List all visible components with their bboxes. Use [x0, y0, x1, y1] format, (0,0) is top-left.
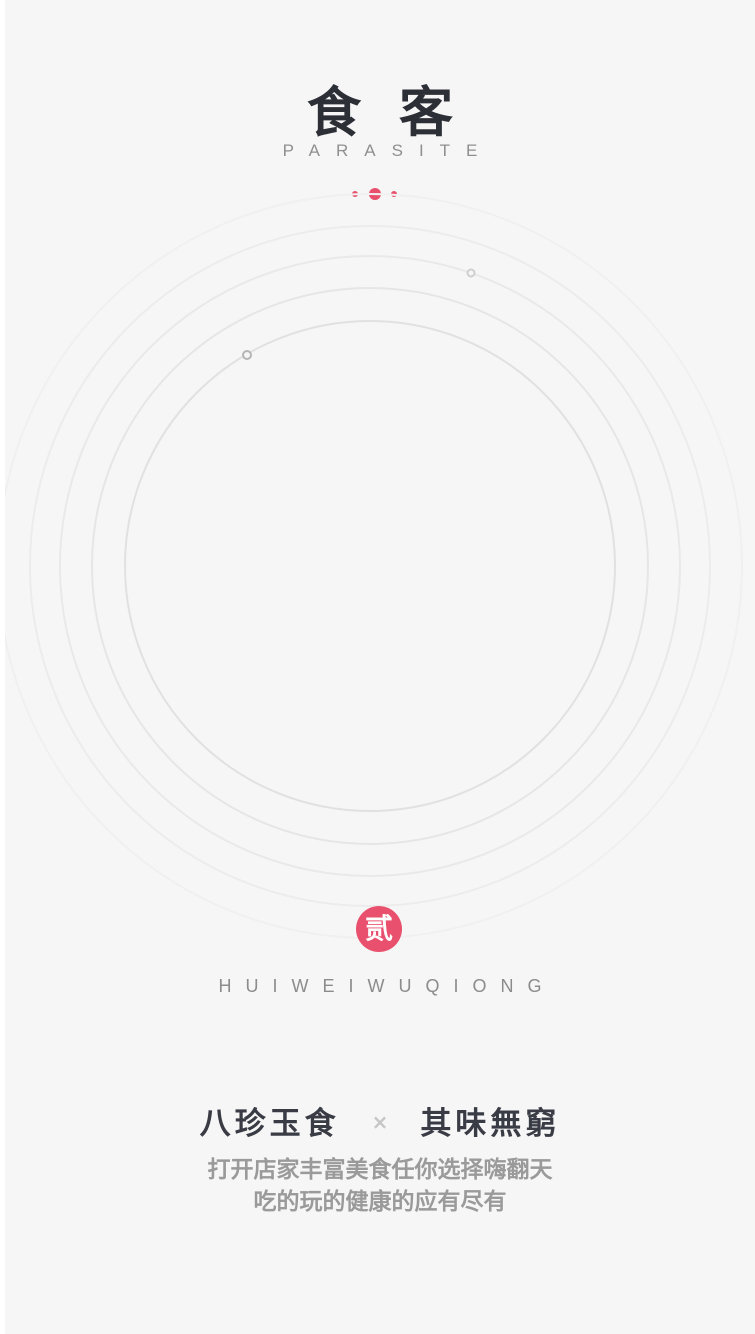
pinyin-caption: HUIWEIWUQIONG [218, 976, 556, 996]
orbit-ring-4 [29, 225, 711, 907]
slogan-right: 其味無窮 [420, 1106, 561, 1142]
slogan-separator-icon: × [371, 1110, 389, 1134]
slogan-left: 八珍玉食 [199, 1106, 340, 1142]
splash-screen: 食客 PARASITE 贰 HUIWEIWUQIONG 八珍玉食 × 其味無窮 打开… [5, 0, 755, 1334]
page-number-badge: 贰 [356, 906, 402, 952]
orbit-node-1 [242, 350, 252, 360]
orbit-ring-outer [5, 193, 743, 939]
description: 打开店家丰富美食任你选择嗨翻天 吃的玩的健康的应有尽有 [5, 1154, 755, 1218]
description-line-1: 打开店家丰富美食任你选择嗨翻天 [207, 1157, 553, 1183]
description-line-2: 吃的玩的健康的应有尽有 [253, 1189, 507, 1215]
slogan: 八珍玉食 × 其味無窮 [5, 1098, 755, 1143]
orbit-ring-inner [124, 320, 616, 812]
orbit-ring-2 [91, 287, 649, 845]
orbit-ring-3 [59, 255, 681, 877]
orbit-node-2 [466, 268, 476, 278]
